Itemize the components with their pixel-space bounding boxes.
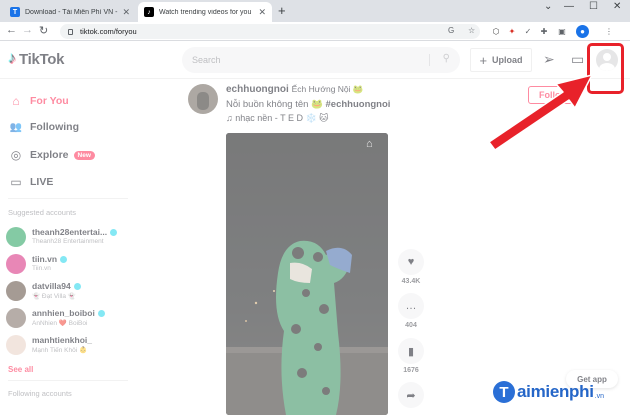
watermark-text: aimienphi: [517, 382, 594, 401]
annotation-arrow-icon: [488, 74, 593, 151]
watermark-suffix: .vn: [594, 392, 604, 400]
watermark-logo: T aimienphi .vn: [493, 381, 604, 403]
watermark-letter: T: [493, 381, 515, 403]
